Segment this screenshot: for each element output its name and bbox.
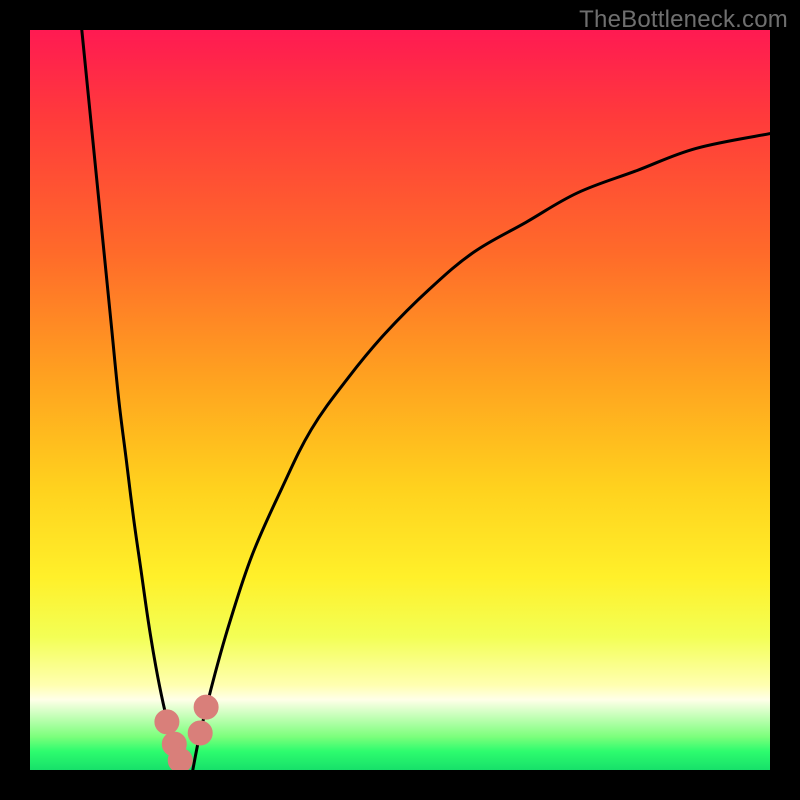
data-marker	[188, 721, 212, 745]
right-branch-curve	[193, 134, 770, 770]
left-branch-curve	[82, 30, 186, 770]
data-marker	[155, 710, 179, 734]
watermark-text: TheBottleneck.com	[579, 6, 788, 34]
data-marker	[194, 695, 218, 719]
curves-layer	[30, 30, 770, 770]
chart-frame: TheBottleneck.com	[0, 0, 800, 800]
plot-area	[30, 30, 770, 770]
data-marker	[168, 748, 192, 770]
